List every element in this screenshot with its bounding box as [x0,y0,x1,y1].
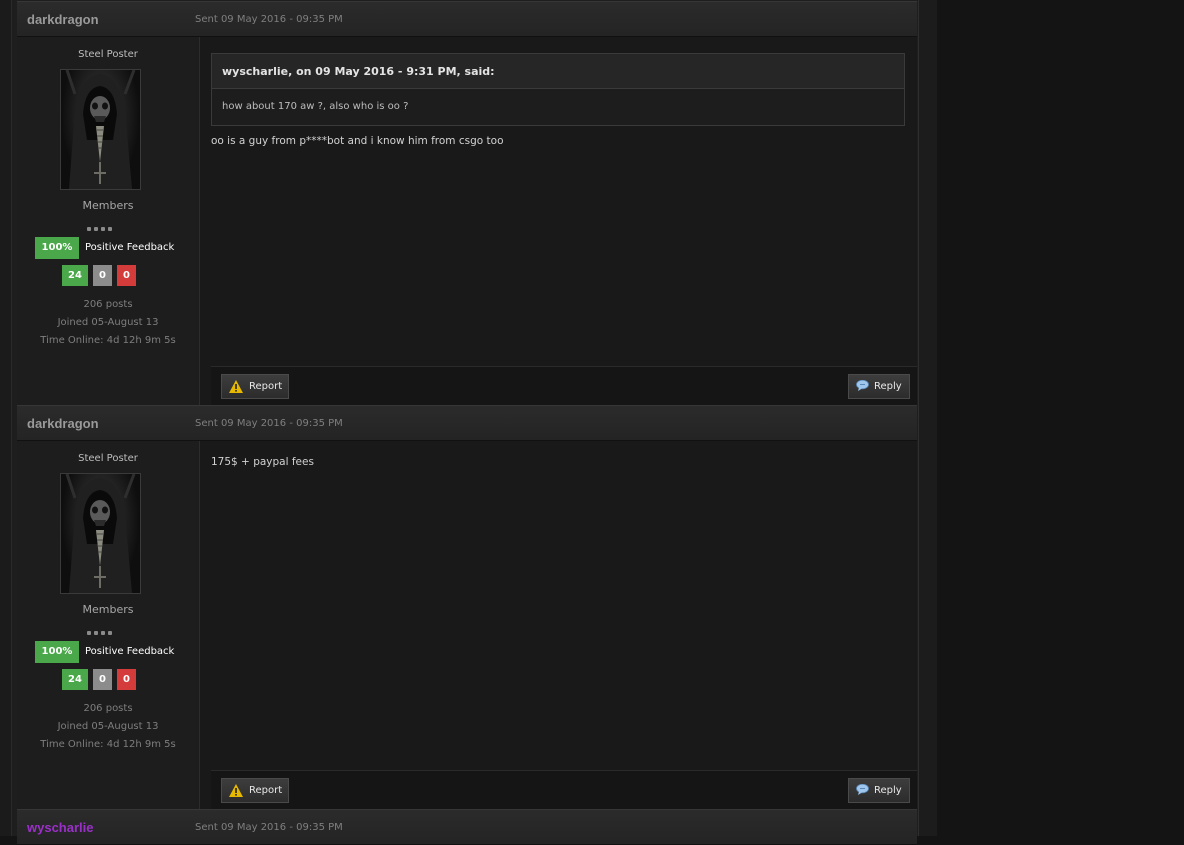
post-footer: Report Reply [211,366,917,406]
rank-pip [94,631,98,635]
author-name[interactable]: darkdragon [27,416,99,431]
post-header: darkdragon Sent 09 May 2016 - 09:35 PM [17,1,917,37]
member-group: Members [82,199,134,212]
forum-post: darkdragon Sent 09 May 2016 - 09:35 PM S… [17,405,917,810]
left-margin [0,0,11,836]
negative-feedback-count[interactable]: 0 [117,669,136,690]
time-online: Time Online: 4d 12h 9m 5s [40,335,176,346]
message-text: oo is a guy from p****bot and i know him… [211,135,504,147]
avatar[interactable] [60,473,141,594]
quote-header: wyscharlie, on 09 May 2016 - 9:31 PM, sa… [212,54,904,89]
report-button[interactable]: Report [221,374,289,399]
forum-post: darkdragon Sent 09 May 2016 - 09:35 PM S… [17,1,917,406]
post-count: 206 posts [83,703,133,714]
feedback-label: Positive Feedback [85,242,175,253]
neutral-feedback-count[interactable]: 0 [93,265,112,286]
speech-bubble-icon [856,784,869,795]
reaper-avatar-icon [65,70,136,189]
positive-feedback-count[interactable]: 24 [62,669,88,690]
rank-pip [87,631,91,635]
avatar[interactable] [60,69,141,190]
neutral-feedback-count[interactable]: 0 [93,669,112,690]
speech-bubble-icon [856,380,869,391]
rank-pip [108,227,112,231]
post-footer: Report Reply [211,770,917,810]
join-date: Joined 05-August 13 [57,721,159,732]
post-count: 206 posts [83,299,133,310]
post-date: Sent 09 May 2016 - 09:35 PM [195,822,343,833]
right-margin [919,0,937,836]
time-online: Time Online: 4d 12h 9m 5s [40,739,176,750]
rank-pips [87,625,129,635]
reply-button[interactable]: Reply [848,778,910,803]
rank-pips [87,221,129,231]
post-header: darkdragon Sent 09 May 2016 - 09:35 PM [17,405,917,441]
message-text: 175$ + paypal fees [211,456,314,468]
message-panel: wyscharlie, on 09 May 2016 - 9:31 PM, sa… [200,37,917,406]
reply-label: Reply [874,381,902,392]
feedback-percent-badge: 100% [35,237,79,259]
message-panel: 175$ + paypal fees Report Reply [200,441,917,810]
rank-pip [101,631,105,635]
forum-post: wyscharlie Sent 09 May 2016 - 09:35 PM [17,809,917,845]
user-rank-title: Steel Poster [78,49,138,60]
feedback-percent-badge: 100% [35,641,79,663]
author-info-panel: Steel Poster Members 100% Positive Feedb… [17,441,200,809]
user-rank-title: Steel Poster [78,453,138,464]
join-date: Joined 05-August 13 [57,317,159,328]
quote-block: wyscharlie, on 09 May 2016 - 9:31 PM, sa… [211,53,905,126]
author-name[interactable]: wyscharlie [27,820,94,835]
feedback-summary[interactable]: 100% Positive Feedback [35,237,195,259]
report-button[interactable]: Report [221,778,289,803]
feedback-label: Positive Feedback [85,646,175,657]
negative-feedback-count[interactable]: 0 [117,265,136,286]
feedback-summary[interactable]: 100% Positive Feedback [35,641,195,663]
rank-pip [94,227,98,231]
author-info-panel: Steel Poster Members 100% Positive Feedb… [17,37,200,405]
report-label: Report [249,785,283,796]
quote-citation[interactable]: wyscharlie, on 09 May 2016 - 9:31 PM, sa… [222,65,495,78]
post-date: Sent 09 May 2016 - 09:35 PM [195,418,343,429]
post-date: Sent 09 May 2016 - 09:35 PM [195,14,343,25]
author-name[interactable]: darkdragon [27,12,99,27]
warning-icon [229,784,243,797]
quote-text: how about 170 aw ?, also who is oo ? [222,101,409,112]
rank-pip [87,227,91,231]
reaper-avatar-icon [65,474,136,593]
report-label: Report [249,381,283,392]
warning-icon [229,380,243,393]
rank-pip [101,227,105,231]
reply-button[interactable]: Reply [848,374,910,399]
post-header: wyscharlie Sent 09 May 2016 - 09:35 PM [17,809,917,845]
positive-feedback-count[interactable]: 24 [62,265,88,286]
reply-label: Reply [874,785,902,796]
rank-pip [108,631,112,635]
member-group: Members [82,603,134,616]
